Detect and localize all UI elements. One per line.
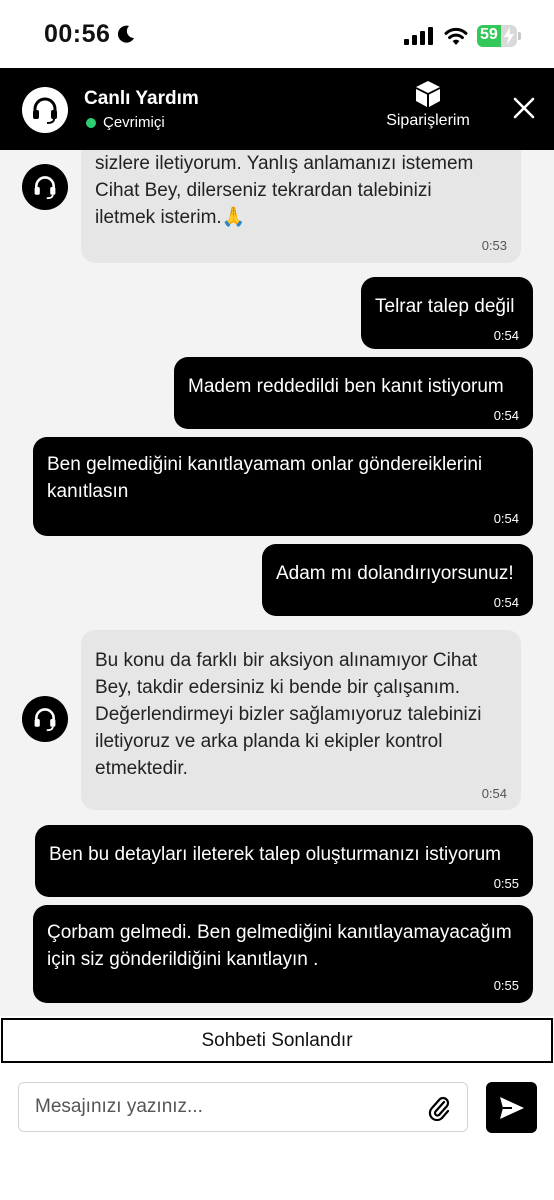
message-text: Adam mı dolandırıyorsunuz! bbox=[276, 563, 514, 584]
headset-icon bbox=[34, 176, 56, 200]
chat-title: Canlı Yardım bbox=[84, 88, 199, 109]
send-button[interactable] bbox=[486, 1082, 537, 1133]
online-dot-icon bbox=[86, 117, 96, 128]
user-message: Ben bu detayları ileterek talep oluşturm… bbox=[35, 825, 533, 897]
message-time: 0:54 bbox=[481, 786, 507, 801]
message-time: 0:53 bbox=[481, 238, 507, 253]
online-status: Çevrimiçi bbox=[86, 114, 165, 131]
status-time: 00:56 bbox=[44, 20, 111, 48]
message-input[interactable] bbox=[35, 1083, 425, 1131]
user-message: Telrar talep değil 0:54 bbox=[361, 277, 533, 349]
message-text: Ben bu detayları ileterek talep oluşturm… bbox=[49, 844, 501, 865]
message-time: 0:54 bbox=[493, 328, 519, 343]
agent-message: sizlere iletiyorum. Yanlış anlamanızı is… bbox=[81, 150, 521, 263]
send-icon bbox=[499, 1096, 524, 1119]
headset-icon bbox=[34, 708, 56, 732]
message-text: sizlere iletiyorum. Yanlış anlamanızı is… bbox=[95, 153, 474, 228]
message-text: Telrar talep değil bbox=[375, 296, 515, 317]
orders-label: Siparişlerim bbox=[386, 112, 470, 129]
battery-icon: 59 bbox=[477, 25, 517, 47]
agent-avatar bbox=[22, 696, 68, 742]
support-avatar bbox=[22, 87, 68, 133]
online-status-label: Çevrimiçi bbox=[103, 114, 165, 131]
battery-percent: 59 bbox=[480, 26, 498, 43]
message-time: 0:54 bbox=[493, 595, 519, 610]
message-text: Madem reddedildi ben kanıt istiyorum bbox=[188, 376, 504, 397]
message-time: 0:55 bbox=[493, 978, 519, 993]
chat-header: Canlı Yardım Çevrimiçi Siparişlerim bbox=[0, 68, 554, 150]
headset-icon bbox=[33, 97, 57, 124]
user-message: Ben gelmediğini kanıtlayamam onlar gönde… bbox=[33, 437, 533, 536]
wifi-icon bbox=[444, 27, 468, 45]
user-message: Adam mı dolandırıyorsunuz! 0:54 bbox=[262, 544, 533, 616]
agent-avatar bbox=[22, 164, 68, 210]
status-bar: 00:56 59 bbox=[0, 0, 554, 68]
message-text: Bu konu da farklı bir aksiyon alınamıyor… bbox=[95, 650, 482, 779]
close-icon[interactable] bbox=[510, 94, 538, 122]
moon-icon bbox=[117, 25, 134, 43]
user-message: Çorbam gelmedi. Ben gelmediğini kanıtlay… bbox=[33, 905, 533, 1003]
charging-bolt-icon bbox=[504, 27, 514, 45]
message-text: Çorbam gelmedi. Ben gelmediğini kanıtlay… bbox=[47, 922, 512, 970]
end-chat-button[interactable]: Sohbeti Sonlandır bbox=[1, 1018, 553, 1063]
agent-message: Bu konu da farklı bir aksiyon alınamıyor… bbox=[81, 630, 521, 810]
message-composer bbox=[18, 1082, 468, 1132]
battery-tip bbox=[518, 32, 521, 40]
user-message: Madem reddedildi ben kanıt istiyorum 0:5… bbox=[174, 357, 533, 429]
message-time: 0:54 bbox=[493, 511, 519, 526]
package-icon bbox=[416, 81, 440, 107]
chat-messages[interactable]: sizlere iletiyorum. Yanlış anlamanızı is… bbox=[0, 150, 554, 1016]
signal-icon bbox=[404, 27, 433, 45]
message-time: 0:55 bbox=[493, 876, 519, 891]
paperclip-icon[interactable] bbox=[427, 1095, 451, 1121]
message-time: 0:54 bbox=[493, 408, 519, 423]
message-text: Ben gelmediğini kanıtlayamam onlar gönde… bbox=[47, 454, 483, 502]
orders-button[interactable]: Siparişlerim bbox=[383, 80, 473, 130]
